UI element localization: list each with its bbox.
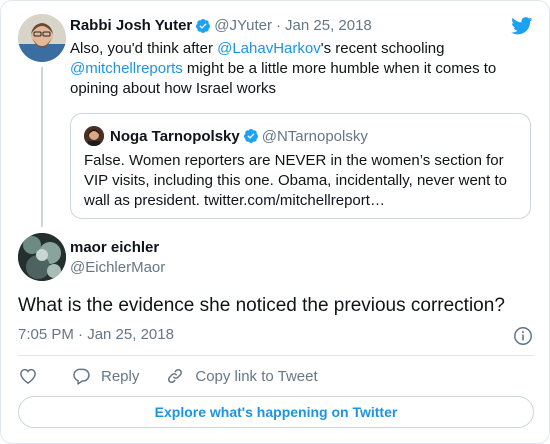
heart-icon (20, 368, 36, 384)
thread-connector-line (41, 67, 43, 227)
quoted-tweet-text: False. Women reporters are NEVER in the … (84, 152, 507, 209)
parent-tweet-text: Also, you'd think after @LahavHarkov's r… (70, 39, 525, 99)
main-tweet-text: What is the evidence she noticed the pre… (18, 295, 505, 316)
text-segment: Also, you'd think after (70, 40, 218, 57)
quoted-tweet-card[interactable]: Noga Tarnopolsky @NTarnopolsky False. Wo… (70, 113, 531, 219)
tweet-timestamp[interactable]: 7:05 PM · Jan 25, 2018 (18, 326, 174, 343)
twitter-bird-icon[interactable] (511, 17, 533, 35)
main-author-handle[interactable]: @EichlerMaor (70, 259, 165, 276)
tweet-actions: Reply Copy link to Tweet (18, 366, 318, 386)
avatar-noga-tarnopolsky (84, 126, 104, 146)
quoted-tweet-header: Noga Tarnopolsky @NTarnopolsky (84, 126, 368, 146)
link-icon (168, 368, 183, 384)
quoted-author-name[interactable]: Noga Tarnopolsky (110, 128, 240, 145)
mention-link-lahavharkov[interactable]: @LahavHarkov (217, 40, 321, 57)
reply-button[interactable]: Reply (71, 366, 139, 386)
author-name[interactable]: Rabbi Josh Yuter (70, 17, 192, 34)
quoted-author-handle[interactable]: @NTarnopolsky (262, 128, 368, 145)
info-icon[interactable] (513, 326, 533, 346)
embedded-tweet-card: Rabbi Josh Yuter @JYuter · Jan 25, 2018 … (0, 0, 550, 444)
mention-link-mitchellreports[interactable]: @mitchellreports (70, 60, 183, 77)
copy-link-label: Copy link to Tweet (195, 367, 318, 385)
verified-badge-icon (243, 129, 258, 143)
copy-link-button[interactable]: Copy link to Tweet (165, 366, 318, 386)
verified-badge-icon (196, 18, 211, 33)
reply-label: Reply (101, 367, 140, 385)
tweet-date[interactable]: Jan 25, 2018 (285, 17, 372, 34)
reply-bubble-icon (73, 368, 90, 385)
divider (18, 355, 534, 356)
author-handle[interactable]: @JYuter (214, 17, 272, 34)
avatar-maor-eichler[interactable] (18, 233, 66, 281)
like-button[interactable] (18, 366, 38, 386)
separator-dot: · (276, 17, 282, 34)
explore-twitter-button[interactable]: Explore what's happening on Twitter (18, 396, 534, 428)
main-author-name[interactable]: maor eichler (70, 239, 159, 256)
parent-tweet-header: Rabbi Josh Yuter @JYuter · Jan 25, 2018 (70, 17, 372, 34)
avatar-rabbi-josh-yuter[interactable] (18, 14, 66, 62)
text-segment: 's recent schooling (320, 40, 445, 57)
